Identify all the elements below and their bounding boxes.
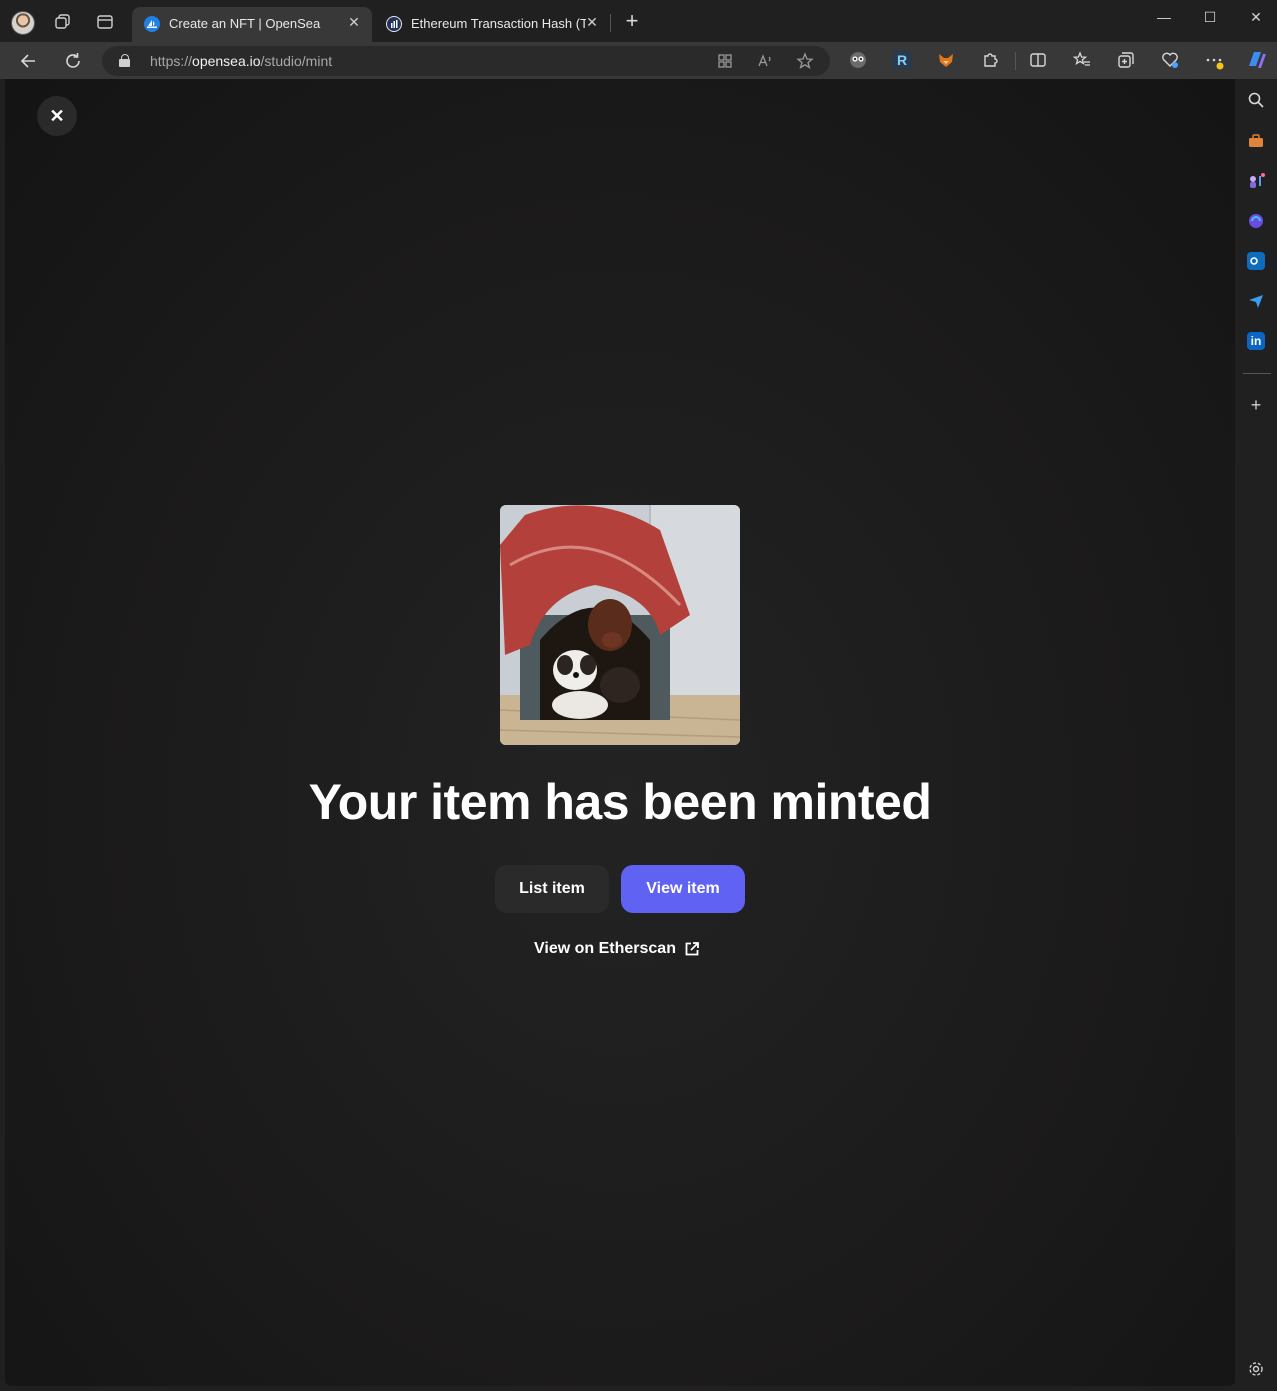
read-aloud-icon[interactable] (756, 52, 774, 70)
copilot-sidebar-icon[interactable] (1247, 212, 1265, 230)
close-modal-button[interactable]: ✕ (37, 96, 77, 136)
toolbar-divider (1015, 52, 1016, 70)
minimize-icon[interactable]: — (1149, 6, 1179, 28)
app-available-icon[interactable] (716, 52, 734, 70)
r-extension-icon[interactable]: R (892, 50, 912, 70)
outlook-icon[interactable] (1247, 252, 1265, 270)
opensea-favicon-icon (144, 16, 160, 32)
games-icon[interactable] (1247, 172, 1265, 190)
new-tab-icon[interactable]: + (622, 10, 642, 32)
send-icon[interactable] (1247, 292, 1265, 310)
back-icon[interactable] (18, 50, 40, 72)
split-screen-icon[interactable] (1028, 50, 1048, 70)
favorites-icon[interactable] (1072, 50, 1092, 70)
maximize-icon[interactable]: ☐ (1195, 6, 1225, 28)
tab-divider (610, 14, 611, 32)
close-tab-icon[interactable]: ✕ (584, 14, 600, 30)
view-item-button[interactable]: View item (621, 865, 745, 913)
search-icon[interactable] (1247, 91, 1265, 109)
refresh-icon[interactable] (62, 50, 84, 72)
browser-window: Create an NFT | OpenSea ✕ Ethereum Trans… (0, 0, 1277, 1391)
browser-essentials-icon[interactable] (1160, 50, 1180, 70)
nft-image (500, 505, 740, 745)
view-on-etherscan-link[interactable]: View on Etherscan (534, 938, 700, 960)
lock-icon[interactable] (119, 54, 131, 68)
etherscan-favicon-icon (386, 16, 402, 32)
collections-icon[interactable] (1116, 50, 1136, 70)
list-item-button[interactable]: List item (495, 865, 609, 913)
tab-actions-icon[interactable] (96, 13, 114, 31)
tab-title: Ethereum Transaction Hash (Txha (411, 16, 586, 31)
copilot-icon[interactable] (1245, 48, 1269, 72)
linkedin-icon[interactable]: in (1247, 332, 1265, 350)
workspaces-icon[interactable] (54, 13, 72, 31)
tab-opensea[interactable]: Create an NFT | OpenSea ✕ (132, 7, 372, 42)
toolbox-icon[interactable] (1247, 132, 1265, 150)
tab-title: Create an NFT | OpenSea (169, 16, 321, 31)
favorite-star-icon[interactable] (796, 52, 814, 70)
add-icon[interactable]: + (1247, 396, 1265, 414)
close-window-icon[interactable]: ✕ (1241, 6, 1271, 28)
tab-etherscan[interactable]: Ethereum Transaction Hash (Txha ✕ (374, 7, 610, 42)
address-bar[interactable]: https://opensea.io/studio/mint (102, 46, 830, 76)
etherscan-link-label: View on Etherscan (534, 940, 676, 957)
edge-sidebar: in + (1235, 79, 1277, 1391)
sidebar-divider (1243, 373, 1271, 374)
profile-avatar[interactable] (11, 11, 35, 35)
puzzle-icon[interactable] (980, 50, 1000, 70)
settings-gear-icon[interactable] (1247, 1360, 1265, 1378)
page-title: Your item has been minted (308, 774, 932, 830)
navigation-toolbar: https://opensea.io/studio/mint R (0, 42, 1277, 79)
mint-success-modal: ✕ Your item has been minted List item Vi… (5, 79, 1235, 1386)
external-link-icon (685, 941, 699, 956)
more-menu-icon[interactable] (1204, 50, 1224, 70)
tab-strip: Create an NFT | OpenSea ✕ Ethereum Trans… (0, 0, 1277, 42)
url-text[interactable]: https://opensea.io/studio/mint (150, 53, 332, 69)
close-tab-icon[interactable]: ✕ (346, 14, 362, 30)
fox-wallet-icon[interactable] (936, 50, 956, 70)
owl-icon[interactable] (848, 50, 868, 70)
